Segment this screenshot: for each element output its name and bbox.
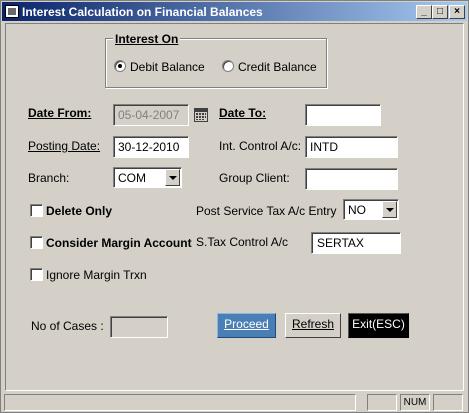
date-from-field: 05-04-2007 (113, 104, 189, 126)
post-service-tax-label: Post Service Tax A/c Entry (196, 204, 337, 218)
proceed-label: Proceed (224, 317, 269, 331)
branch-label: Branch: (28, 171, 70, 185)
refresh-button[interactable]: Refresh (285, 313, 341, 338)
group-client-field[interactable] (305, 168, 398, 190)
post-service-tax-select[interactable]: NO (343, 199, 399, 220)
no-of-cases-field (110, 316, 168, 338)
proceed-button[interactable]: Proceed (217, 313, 276, 338)
refresh-label: Refresh (291, 317, 335, 331)
app-icon (5, 5, 19, 18)
exit-button[interactable]: Exit(ESC) (348, 313, 409, 338)
title-bar[interactable]: Interest Calculation on Financial Balanc… (2, 2, 467, 21)
group-client-label: Group Client: (219, 171, 290, 185)
credit-balance-label[interactable]: Credit Balance (238, 60, 317, 74)
date-from-label: Date From: (28, 106, 92, 120)
posting-date-label: Posting Date: (28, 139, 101, 153)
consider-margin-checkbox[interactable] (30, 236, 43, 249)
ignore-margin-label[interactable]: Ignore Margin Trxn (46, 268, 147, 282)
date-to-field[interactable] (305, 104, 381, 126)
int-control-field[interactable]: INTD (305, 136, 398, 158)
credit-balance-radio[interactable] (222, 60, 234, 72)
exit-label: Exit(ESC) (352, 317, 405, 331)
status-pane-main (4, 394, 356, 411)
status-num-indicator: NUM (400, 394, 430, 411)
close-button[interactable]: × (449, 5, 465, 19)
app-window: Interest Calculation on Financial Balanc… (0, 0, 469, 413)
ignore-margin-checkbox[interactable] (30, 268, 43, 281)
posting-date-field[interactable]: 30-12-2010 (113, 136, 189, 158)
delete-only-label[interactable]: Delete Only (46, 204, 112, 218)
int-control-label: Int. Control A/c: (219, 139, 302, 153)
consider-margin-label[interactable]: Consider Margin Account (46, 236, 192, 250)
stax-control-field[interactable]: SERTAX (311, 232, 401, 254)
status-bar: NUM (2, 391, 467, 412)
debit-balance-radio[interactable] (114, 60, 126, 72)
status-pane-scroll (433, 394, 463, 411)
minimize-button[interactable]: _ (416, 5, 432, 19)
branch-value: COM (118, 171, 146, 185)
chevron-down-icon[interactable] (165, 169, 180, 186)
post-service-tax-value: NO (348, 203, 366, 217)
status-pane-caps (367, 394, 397, 411)
stax-control-label: S.Tax Control A/c (196, 235, 289, 249)
interest-on-label: Interest On (113, 32, 181, 46)
date-to-label: Date To: (219, 106, 267, 120)
chevron-down-icon[interactable] (382, 201, 397, 218)
maximize-button[interactable]: □ (432, 5, 448, 19)
calendar-icon[interactable] (194, 108, 208, 122)
debit-balance-label[interactable]: Debit Balance (130, 60, 205, 74)
delete-only-checkbox[interactable] (30, 204, 43, 217)
no-of-cases-label: No of Cases : (31, 319, 104, 333)
branch-select[interactable]: COM (113, 167, 182, 188)
window-title: Interest Calculation on Financial Balanc… (22, 5, 263, 19)
